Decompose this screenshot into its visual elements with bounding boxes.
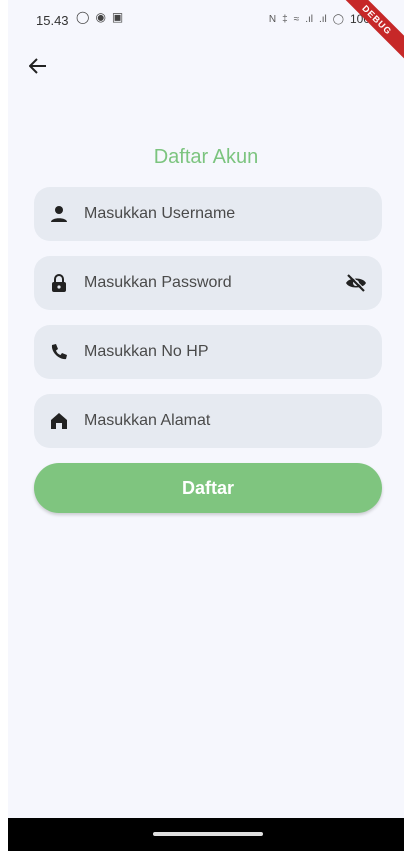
- signal-icon: .ıl: [305, 13, 313, 25]
- battery-icon: ◯: [332, 13, 344, 25]
- username-field[interactable]: [34, 187, 382, 241]
- app-surface: 15.43 ◯ ◉ ▣ N ‡ ≈ .ıl .ıl ◯ 100 DEBUG Da…: [8, 0, 404, 818]
- home-indicator[interactable]: [153, 832, 263, 836]
- phone-input[interactable]: [84, 343, 368, 361]
- nfc-icon: N: [268, 13, 277, 25]
- debug-banner: DEBUG: [332, 0, 404, 65]
- address-input[interactable]: [84, 412, 368, 430]
- status-notification-icons: ◯ ◉ ▣: [76, 10, 123, 24]
- person-icon: [48, 203, 70, 225]
- system-nav-bar: [8, 818, 404, 851]
- back-button[interactable]: [24, 52, 52, 80]
- visibility-off-icon[interactable]: [344, 271, 368, 295]
- wifi-icon: ≈: [293, 13, 300, 25]
- instagram-icon: ▣: [111, 10, 124, 24]
- screen: 15.43 ◯ ◉ ▣ N ‡ ≈ .ıl .ıl ◯ 100 DEBUG Da…: [0, 0, 404, 851]
- app-notification-icon: ◉: [95, 10, 106, 24]
- whatsapp-icon: ◯: [76, 10, 90, 24]
- status-time: 15.43: [36, 13, 69, 28]
- register-button[interactable]: Daftar: [34, 463, 382, 513]
- password-input[interactable]: [84, 274, 344, 292]
- signal-icon-2: .ıl: [318, 13, 327, 25]
- lock-icon: [48, 272, 70, 294]
- status-system-icons: N ‡ ≈ .ıl .ıl ◯ 100: [269, 12, 370, 26]
- username-input[interactable]: [84, 205, 368, 223]
- password-field[interactable]: [34, 256, 382, 310]
- address-field[interactable]: [34, 394, 382, 448]
- home-icon: [48, 410, 70, 432]
- status-bar: 15.43 ◯ ◉ ▣ N ‡ ≈ .ıl .ıl ◯ 100 DEBUG: [8, 0, 404, 65]
- page-title: Daftar Akun: [153, 146, 259, 168]
- vibrate-icon: ‡: [282, 13, 288, 25]
- phone-field[interactable]: [34, 325, 382, 379]
- phone-icon: [48, 341, 70, 363]
- arrow-back-icon: [29, 58, 46, 74]
